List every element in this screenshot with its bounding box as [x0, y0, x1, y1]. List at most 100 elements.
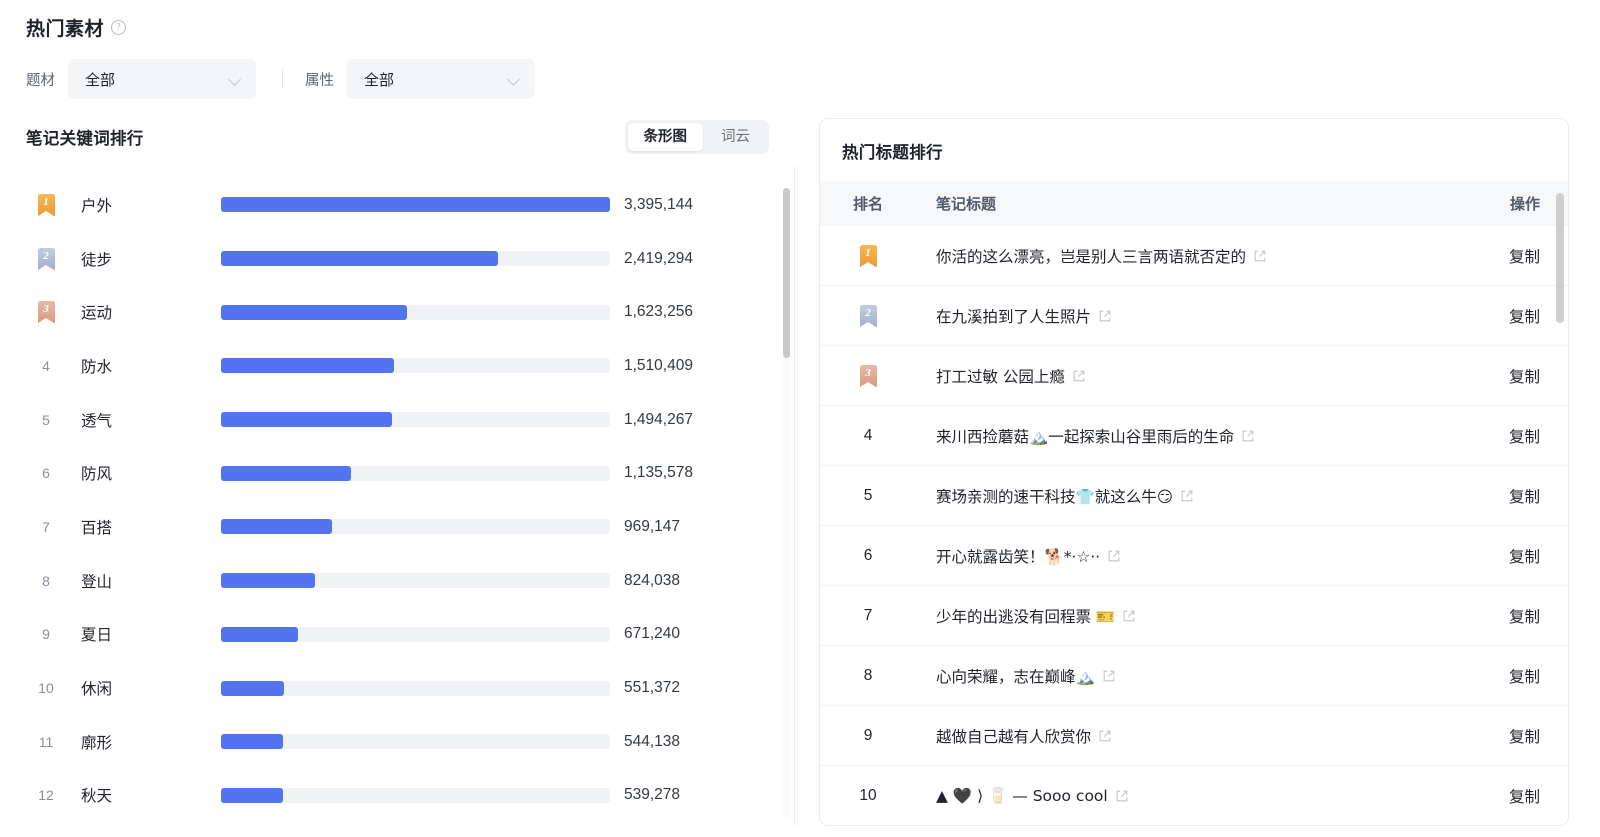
- note-title-cell[interactable]: 在九溪拍到了人生照片: [916, 305, 1448, 327]
- note-title-cell[interactable]: 来川西捡蘑菇🏔️一起探索山谷里雨后的生命: [916, 425, 1448, 447]
- filter-attribute-label: 属性: [305, 72, 334, 89]
- keyword-bar-fill: [221, 304, 407, 320]
- rank-number: 7: [42, 518, 50, 535]
- keyword-bar-value: 551,372: [624, 679, 681, 697]
- keyword-bar-value: 1,623,256: [624, 303, 693, 321]
- title-table-scrollbar-thumb[interactable]: [1556, 193, 1564, 323]
- note-title-text: 打工过敏 公园上瘾: [936, 367, 1065, 386]
- keyword-bar-value: 824,038: [624, 571, 681, 589]
- external-link-icon[interactable]: [1122, 609, 1136, 623]
- note-title-cell[interactable]: ▲ 🖤 ⟩ 🥛 — Sooo cool: [916, 787, 1448, 805]
- filter-attribute-select[interactable]: 全部: [347, 59, 535, 99]
- title-table-scrollbar[interactable]: [1556, 181, 1564, 741]
- tab-word-cloud[interactable]: 词云: [705, 123, 766, 151]
- copy-button[interactable]: 复制: [1509, 609, 1540, 626]
- note-title-text: 在九溪拍到了人生照片: [936, 307, 1092, 326]
- table-row: 2 在九溪拍到了人生照片 复制: [820, 286, 1568, 346]
- keyword-rank-cell: 9: [26, 626, 66, 642]
- external-link-icon[interactable]: [1241, 429, 1255, 443]
- row-action-cell: 复制: [1448, 305, 1568, 327]
- tab-bar-chart[interactable]: 条形图: [627, 123, 703, 151]
- table-row: 10 ▲ 🖤 ⟩ 🥛 — Sooo cool 复制: [820, 766, 1568, 825]
- rank-number: 6: [42, 465, 50, 482]
- rank-ribbon-badge: 1: [859, 244, 877, 267]
- note-title-cell[interactable]: 越做自己越有人欣赏你: [916, 725, 1448, 747]
- row-rank-cell: 5: [820, 487, 916, 505]
- external-link-icon[interactable]: [1253, 249, 1267, 263]
- filter-theme: 题材 全部: [26, 59, 256, 99]
- keyword-bar-track: [221, 412, 610, 428]
- note-title-cell[interactable]: 少年的出逃没有回程票 🎫: [916, 605, 1448, 627]
- title-ranking-title: 热门标题排行: [842, 144, 943, 162]
- external-link-icon[interactable]: [1107, 549, 1121, 563]
- external-link-icon[interactable]: [1102, 669, 1116, 683]
- keyword-name: 休闲: [81, 681, 113, 699]
- keyword-bar-fill: [221, 412, 393, 428]
- note-title-text: 开心就露齿笑！🐕*‧☆‧‧: [936, 547, 1101, 566]
- note-title-cell[interactable]: 你活的这么漂亮，岂是别人三言两语就否定的: [916, 245, 1448, 267]
- row-action-cell: 复制: [1448, 485, 1568, 507]
- note-title-cell[interactable]: 心向荣耀，志在巅峰🏔️: [916, 665, 1448, 687]
- note-title-text: 来川西捡蘑菇🏔️一起探索山谷里雨后的生命: [936, 427, 1235, 446]
- external-link-icon[interactable]: [1180, 489, 1194, 503]
- copy-button[interactable]: 复制: [1509, 549, 1540, 566]
- keyword-bar-fill: [221, 519, 333, 535]
- keyword-rank-cell: 5: [26, 412, 66, 428]
- copy-button[interactable]: 复制: [1509, 309, 1540, 326]
- rank-ribbon-badge: 2: [37, 247, 55, 270]
- external-link-icon[interactable]: [1098, 309, 1112, 323]
- keyword-bar-track: [221, 197, 610, 213]
- keyword-bar-value: 2,419,294: [624, 249, 693, 267]
- rank-number: 11: [38, 733, 54, 750]
- copy-button[interactable]: 复制: [1509, 789, 1540, 806]
- keyword-bar-track: [221, 680, 610, 696]
- filter-attribute: 属性 全部: [305, 59, 535, 99]
- filter-theme-select[interactable]: 全部: [68, 59, 256, 99]
- copy-button[interactable]: 复制: [1509, 729, 1540, 746]
- table-header-row: 排名 笔记标题 操作: [820, 181, 1568, 226]
- table-body: 1 你活的这么漂亮，岂是别人三言两语就否定的 复制 2 在九溪拍到了人生照片 复制 3 打工过…: [820, 226, 1568, 825]
- filter-divider: [282, 69, 283, 89]
- copy-button[interactable]: 复制: [1509, 429, 1540, 446]
- table-row: 4 来川西捡蘑菇🏔️一起探索山谷里雨后的生命 复制: [820, 406, 1568, 466]
- rank-number: 9: [863, 726, 873, 744]
- rank-ribbon-badge: 2: [859, 304, 877, 327]
- column-header-title: 笔记标题: [936, 196, 997, 213]
- keyword-rank-cell: 10: [26, 680, 66, 696]
- row-action-cell: 复制: [1448, 725, 1568, 747]
- column-header-rank: 排名: [852, 196, 883, 213]
- keyword-bar-track: [221, 734, 610, 750]
- keyword-list-scrollbar-thumb[interactable]: [783, 188, 790, 358]
- keyword-bar-track: [221, 304, 610, 320]
- chart-view-toggle: 条形图 词云: [624, 120, 769, 154]
- keyword-rank-cell: 12: [26, 787, 66, 803]
- copy-button[interactable]: 复制: [1509, 369, 1540, 386]
- question-circle-icon[interactable]: ?: [111, 20, 127, 35]
- keyword-bar-list: 1 户外 3,395,144 2 徒步 2,419,294 3 运动 1,623,256 4 防水 1…: [26, 178, 795, 818]
- column-header-action: 操作: [1509, 196, 1540, 213]
- keyword-bar-fill: [221, 626, 298, 642]
- keyword-bar-row: 1 户外 3,395,144: [26, 178, 795, 232]
- keyword-bar-row: 7 百搭 969,147: [26, 500, 795, 554]
- row-action-cell: 复制: [1448, 665, 1568, 687]
- copy-button[interactable]: 复制: [1509, 489, 1540, 506]
- keyword-name: 户外: [81, 197, 113, 215]
- keyword-list-scrollbar[interactable]: [783, 188, 790, 818]
- keyword-bar-value: 544,138: [624, 732, 681, 750]
- external-link-icon[interactable]: [1072, 369, 1086, 383]
- external-link-icon[interactable]: [1115, 789, 1129, 803]
- copy-button[interactable]: 复制: [1509, 249, 1540, 266]
- keyword-rank-cell: 11: [26, 734, 66, 750]
- note-title-cell[interactable]: 赛场亲测的速干科技👕就这么牛😏: [916, 485, 1448, 507]
- copy-button[interactable]: 复制: [1509, 669, 1540, 686]
- note-title-cell[interactable]: 打工过敏 公园上瘾: [916, 365, 1448, 387]
- keyword-bar-fill: [221, 197, 610, 213]
- external-link-icon[interactable]: [1098, 729, 1112, 743]
- note-title-cell[interactable]: 开心就露齿笑！🐕*‧☆‧‧: [916, 545, 1448, 567]
- rank-number: 4: [863, 426, 873, 444]
- table-row: 3 打工过敏 公园上瘾 复制: [820, 346, 1568, 406]
- note-title-text: ▲ 🖤 ⟩ 🥛 — Sooo cool: [936, 786, 1108, 805]
- keyword-bar-fill: [221, 573, 316, 589]
- keyword-name: 廓形: [81, 734, 113, 752]
- hot-material-page: 热门素材 ? 题材 全部 属性 全部 笔记关键词排行 条形图 词云 1 户外 3…: [0, 0, 1600, 837]
